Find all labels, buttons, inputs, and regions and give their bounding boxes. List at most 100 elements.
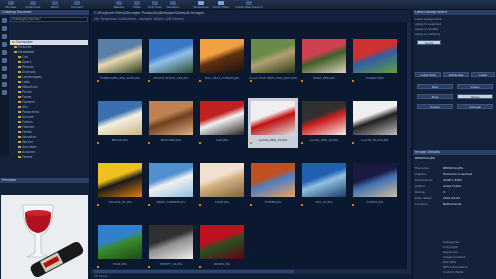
label-option[interactable]: Red — [417, 84, 453, 89]
detail-field[interactable]: Location Netherlands — [415, 202, 495, 206]
thumbnail-caption: Canon EOS 350D_IMG_0001.JPG — [248, 76, 298, 80]
detail-value: Heirloom ornament — [443, 172, 473, 176]
thumbnail[interactable]: GLASS_BLACK.JPG — [350, 98, 400, 148]
thumbnail[interactable]: Canon EOS 350D_IMG_0001.JPG — [248, 36, 298, 86]
thumbnail[interactable]: ROSE_RED.JPG — [299, 36, 349, 86]
detail-field[interactable]: Dimensions 2448 x 3264 — [415, 178, 495, 182]
option-apply-catalog[interactable]: Apply to Catalog — [415, 32, 495, 36]
category-item[interactable]: Keywords — [443, 250, 493, 254]
search-icon[interactable] — [2, 50, 7, 55]
thumbnail[interactable]: FZ68D02B5_IMG_1098.JPG — [95, 36, 145, 86]
vertical-scrollbar[interactable] — [407, 22, 411, 269]
label-marker-icon — [97, 142, 99, 144]
folder-icon — [12, 40, 15, 43]
detail-field[interactable]: Author Ansel Foster — [415, 184, 495, 188]
detail-field[interactable]: Caption Heirloom ornament — [415, 172, 495, 176]
label-option[interactable]: Purple — [417, 104, 453, 109]
thumbnail[interactable]: BEACH.JPG — [95, 98, 145, 148]
rename-button[interactable]: Rename — [164, 1, 182, 9]
thumbnail[interactable]: TOWER.JPG — [248, 160, 298, 210]
thumbnail-caption: ROSE_RED.JPG — [312, 76, 335, 80]
label-sets-button[interactable]: Label Sets — [415, 72, 441, 77]
detail-key: Filename — [415, 166, 429, 170]
thumbnail[interactable]: PARROT.JPG — [350, 36, 400, 86]
attributes-button[interactable]: Attributes — [443, 72, 469, 77]
label-option[interactable]: Yellow — [457, 94, 493, 99]
label-option[interactable]: Orange — [457, 104, 493, 109]
label-marker-icon — [250, 204, 252, 206]
tree-item-label: Landscapes — [22, 75, 42, 79]
option-label-assignment[interactable]: Label Assignment — [415, 17, 495, 21]
apply-button[interactable]: Apply — [417, 40, 441, 45]
catalog-icon[interactable] — [2, 18, 7, 23]
cntr-prev-button[interactable]: Cntr Prev — [146, 1, 164, 9]
label-marker-icon — [199, 80, 201, 82]
thumbnail[interactable]: GLASS_RED_01.JPG — [248, 98, 298, 148]
tree-item-label: Photos — [22, 65, 34, 69]
tree-item[interactable]: Forest — [10, 155, 88, 160]
folder-icon — [18, 60, 21, 63]
filter-button[interactable]: Filter — [128, 1, 146, 9]
reader-button[interactable]: Reader — [110, 1, 128, 9]
quick-web-search-button[interactable]: Quick Web Search — [234, 1, 264, 9]
label-option[interactable]: Green — [457, 84, 493, 89]
detail-key: Caption — [415, 172, 427, 176]
label-button[interactable]: Label — [471, 72, 495, 77]
left-panel: Catalog Explorer Catalog/Computer/ Compu… — [0, 10, 90, 279]
quick-filter-button[interactable]: Quick Filter — [212, 1, 230, 9]
browse-button[interactable]: Browse — [2, 1, 20, 9]
label-icon[interactable] — [2, 34, 7, 39]
thumbnail[interactable]: ROSES.JPG — [197, 222, 247, 272]
category-item[interactable]: Exif data — [443, 260, 493, 264]
thumbnail[interactable]: YELLOW_01.JPG — [95, 160, 145, 210]
tree-item-label: Faces — [22, 95, 32, 99]
thumbnail-image — [149, 39, 193, 73]
thumbnail[interactable]: DSC_7843_SUNSET.JPG — [197, 36, 247, 86]
settings-icon[interactable] — [2, 90, 7, 95]
folder-icon — [18, 85, 21, 88]
label-option[interactable]: Blue — [417, 94, 453, 99]
thumbnail[interactable]: CAR.JPG — [197, 98, 247, 148]
thumbnail[interactable]: PHOT0_STOCK_001.JPG — [146, 36, 196, 86]
thumbnail-caption: BUILDING.JPG — [160, 138, 182, 142]
left-icon-strip — [0, 15, 9, 155]
label-marker-icon — [199, 204, 201, 206]
tree-item-label: Colors — [22, 120, 33, 124]
category-item[interactable]: IPTC Information — [443, 265, 493, 269]
thumbnail[interactable]: PARK.JPG — [95, 222, 145, 272]
folder-icon[interactable] — [2, 26, 7, 31]
thumbnail[interactable]: SHOE.JPG — [197, 160, 247, 210]
option-apply-selected[interactable]: Apply to selected — [415, 22, 495, 26]
thumbnail[interactable]: BUILDING.JPG — [146, 98, 196, 148]
calendar-icon[interactable] — [2, 42, 7, 47]
thumbnail[interactable]: SHORE.JPG — [350, 160, 400, 210]
slideshow-button[interactable]: Slideshow — [192, 1, 210, 9]
thumbnail-image — [251, 163, 295, 197]
category-item[interactable]: Custom fields — [443, 270, 493, 274]
tree-item-label: Lake — [22, 80, 30, 84]
collection-icon[interactable] — [2, 58, 7, 63]
batch-button[interactable]: Batch — [46, 1, 64, 9]
thumbnail[interactable]: STREET_01.JPG — [146, 222, 196, 272]
detail-value: Ansel Foster — [443, 184, 462, 188]
category-item[interactable]: Categories — [443, 240, 493, 244]
catalog-tree: Computer Pictures Hardware Cat Sport Photos An… — [10, 40, 88, 160]
map-icon[interactable] — [2, 66, 7, 71]
option-apply-visible[interactable]: Apply to Visible — [415, 27, 495, 31]
tag-icon[interactable] — [2, 74, 7, 79]
detail-field[interactable]: Filename RED001A.JPG — [415, 166, 495, 170]
thumbnail[interactable]: GLASS_RED_02.JPG — [299, 98, 349, 148]
catalog-path-field[interactable]: Catalog/Computer/ — [10, 17, 88, 22]
category-item[interactable]: Image Content — [443, 255, 493, 259]
thumbnail[interactable]: WIND_TURBINE.JPG — [146, 160, 196, 210]
detail-field[interactable]: Rating 4 — [415, 190, 495, 194]
download-button[interactable]: Download — [24, 1, 42, 9]
category-item[interactable]: Copyright — [443, 245, 493, 249]
scroll-thumb[interactable] — [94, 270, 294, 273]
thumbnail[interactable]: SEA_01.JPG — [299, 160, 349, 210]
detail-field[interactable]: Date Taken 2001:01:01 — [415, 196, 495, 200]
label-marker-icon — [199, 142, 201, 144]
convert-button[interactable]: Convert — [68, 1, 86, 9]
star-icon[interactable] — [2, 82, 7, 87]
folder-icon — [14, 50, 17, 53]
